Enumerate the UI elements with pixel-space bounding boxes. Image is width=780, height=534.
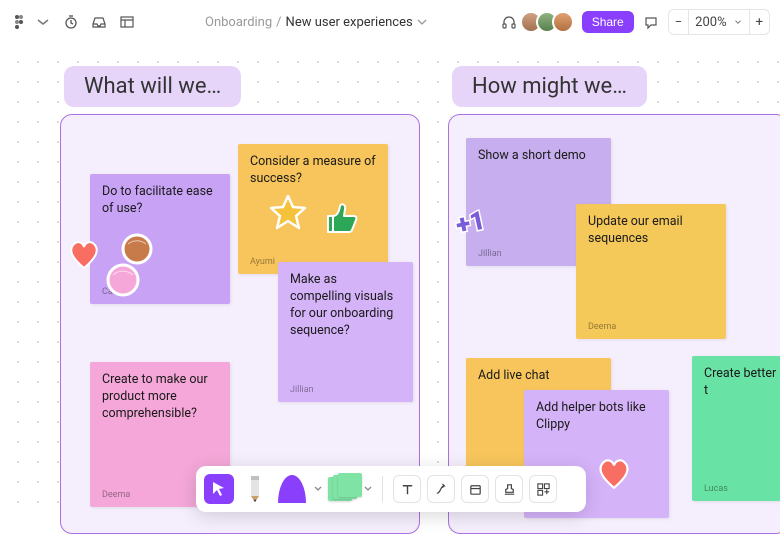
section-tool[interactable] [461, 475, 489, 503]
note-text: Add live chat [478, 368, 549, 383]
note-author: Deema [588, 321, 616, 333]
comment-icon[interactable] [642, 13, 660, 31]
note-text: Do to facilitate ease of use? [102, 184, 213, 216]
layout-icon[interactable] [118, 13, 136, 31]
inbox-icon[interactable] [90, 13, 108, 31]
note-text: Update our email sequences [588, 214, 683, 246]
avatar[interactable] [552, 11, 574, 33]
plus-one-icon[interactable]: +1 [452, 202, 502, 242]
chevron-down-icon[interactable] [413, 13, 431, 31]
chevron-down-icon[interactable] [34, 13, 52, 31]
sticky-note[interactable]: Consider a measure of success? Ayumi [238, 144, 388, 274]
section-label-text: How might we… [472, 74, 627, 99]
share-button[interactable]: Share [582, 11, 634, 33]
widgets-tool[interactable] [529, 475, 557, 503]
separator [382, 476, 383, 502]
headphones-icon[interactable] [500, 13, 518, 31]
section-label[interactable]: What will we… [64, 66, 241, 107]
thumbs-up-icon[interactable] [320, 198, 360, 238]
connector-tool[interactable] [427, 475, 455, 503]
avatar-group[interactable] [526, 11, 574, 33]
note-author: Jillian [478, 248, 502, 260]
note-author: Ayumi [250, 256, 275, 268]
section-label-text: What will we… [84, 74, 221, 99]
zoom-value[interactable]: 200% [688, 10, 732, 34]
zoom-in-button[interactable]: + [749, 10, 769, 34]
sticky-note[interactable]: Create better t Lucas [692, 356, 780, 501]
note-text: Add helper bots like Clippy [536, 400, 646, 432]
sticky-note[interactable]: Update our email sequences Deema [576, 204, 726, 339]
section-label[interactable]: How might we… [452, 66, 647, 107]
timer-icon[interactable] [62, 13, 80, 31]
note-text: Consider a measure of success? [250, 154, 376, 186]
note-text: Create to make our product more comprehe… [102, 372, 208, 421]
breadcrumb-current[interactable]: New user experiences [286, 15, 413, 30]
sticky-note[interactable]: Make as compelling visuals for our onboa… [278, 262, 413, 402]
chevron-down-icon[interactable] [733, 10, 749, 34]
note-text: Create better t [704, 366, 776, 398]
canvas[interactable]: What will we… How might we… Do to facili… [0, 44, 780, 520]
breadcrumb-sep: / [276, 15, 281, 30]
top-bar: Onboarding / New user experiences Share … [0, 0, 780, 44]
zoom-out-button[interactable]: − [669, 10, 688, 34]
sticky-tool[interactable] [328, 474, 358, 504]
svg-text:+1: +1 [453, 206, 488, 241]
star-icon[interactable] [266, 192, 310, 236]
breadcrumb[interactable]: Onboarding / New user experiences [205, 13, 431, 31]
text-tool[interactable] [393, 475, 421, 503]
dot-sticker-icon[interactable] [120, 232, 154, 266]
note-author: Deema [102, 489, 130, 501]
figma-icon[interactable] [10, 13, 28, 31]
note-text: Show a short demo [478, 148, 586, 163]
cursor-tool[interactable] [204, 474, 234, 504]
shape-tool[interactable] [276, 474, 308, 504]
heart-icon[interactable] [66, 238, 102, 272]
note-author: Jillian [290, 384, 314, 396]
chevron-down-icon[interactable] [314, 474, 322, 504]
pencil-tool[interactable] [240, 474, 270, 504]
note-author: Lucas [704, 483, 728, 495]
bottom-toolbar [196, 466, 586, 512]
breadcrumb-parent[interactable]: Onboarding [205, 15, 272, 30]
note-text: Make as compelling visuals for our onboa… [290, 272, 393, 338]
dot-sticker-icon[interactable] [105, 262, 141, 298]
stamp-tool[interactable] [495, 475, 523, 503]
chevron-down-icon[interactable] [364, 474, 372, 504]
heart-icon[interactable] [594, 456, 634, 492]
zoom-control: − 200% + [668, 9, 770, 35]
